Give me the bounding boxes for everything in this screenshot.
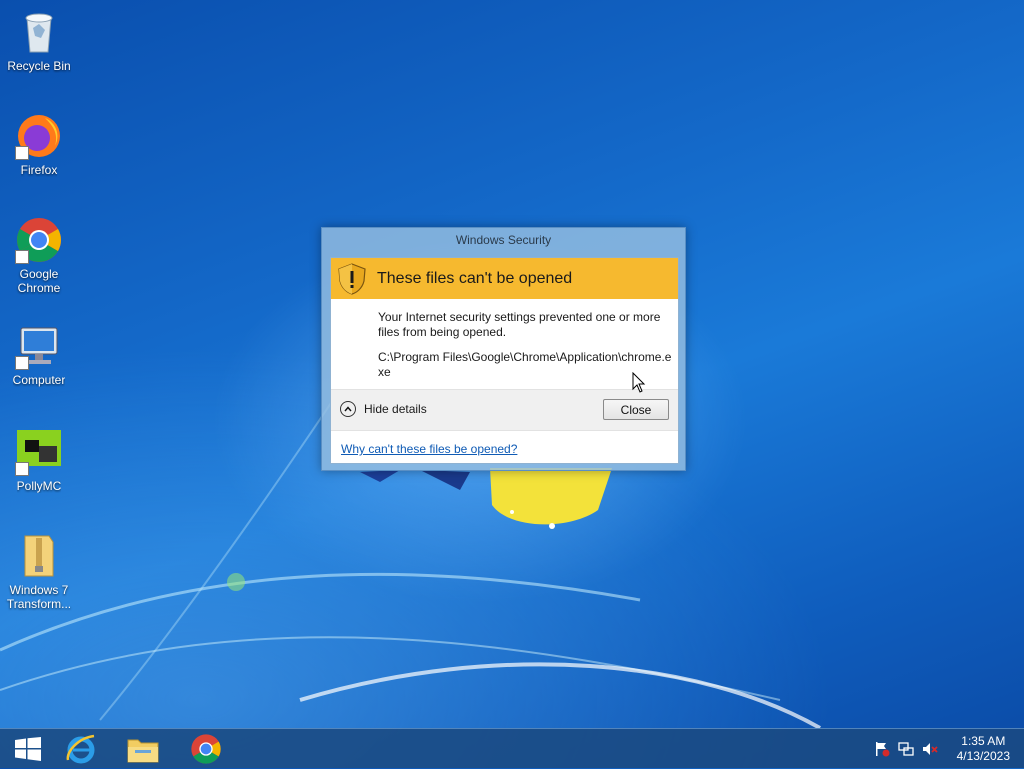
windows-security-dialog: Windows Security These files can't be op… [321,227,686,471]
shortcut-arrow-icon [15,356,29,370]
shortcut-arrow-icon [15,146,29,160]
dialog-window-title: Windows Security [455,233,552,247]
warning-shield-icon [338,262,366,295]
desktop-icon-label: PollyMC [16,479,62,493]
desktop-icon-firefox[interactable]: Firefox [2,112,76,177]
recycle-bin-icon [15,8,63,56]
start-icon [15,737,41,761]
shortcut-arrow-icon [15,250,29,264]
blocked-file-path: C:\Program Files\Google\Chrome\Applicati… [378,350,672,379]
volume-muted-icon[interactable] [922,741,938,757]
desktop-icon-windows7-transform[interactable]: Windows 7 Transform... [2,532,76,611]
why-cant-open-link[interactable]: Why can't these files be opened? [341,442,517,456]
hide-details-toggle[interactable]: Hide details [340,401,427,417]
desktop-icon-label: Recycle Bin [7,59,71,73]
dialog-heading: These files can't be opened [377,269,573,287]
taskbar-chrome[interactable] [178,729,234,769]
hide-details-label: Hide details [364,402,427,416]
clock-date: 4/13/2023 [956,749,1010,763]
dialog-body: These files can't be opened Your Interne… [330,257,679,464]
taskbar: 1:35 AM 4/13/2023 [0,728,1024,768]
desktop-icon-label: Firefox [20,163,58,177]
internet-explorer-icon [66,734,95,764]
desktop-icon-label: Windows 7 Transform... [6,583,72,611]
desktop-icon-label: Computer [12,373,66,387]
chrome-icon [15,216,63,264]
dialog-message: Your Internet security settings prevente… [378,310,661,339]
file-explorer-icon [127,739,159,763]
chevron-up-icon [340,401,356,417]
desktop-icon-label: Google Chrome [17,267,61,295]
network-icon[interactable] [898,741,914,757]
action-center-flag-icon[interactable] [874,741,890,757]
zip-folder-icon [15,532,63,580]
desktop-icon-google-chrome[interactable]: Google Chrome [2,216,76,295]
close-button[interactable]: Close [603,399,669,420]
start-button[interactable] [0,729,56,769]
details-bar: Hide details Close [331,389,678,431]
desktop-icon-pollymc[interactable]: PollyMC [2,428,76,493]
pollymc-icon [15,428,63,476]
firefox-icon [15,112,63,160]
warning-banner: These files can't be opened [331,258,678,299]
clock-time: 1:35 AM [961,734,1006,748]
shortcut-arrow-icon [15,462,29,476]
chrome-icon [191,734,221,764]
desktop-icon-computer[interactable]: Computer [2,322,76,387]
taskbar-internet-explorer[interactable] [53,729,109,769]
mouse-cursor-icon [632,372,646,393]
computer-icon [15,322,63,370]
system-clock[interactable]: 1:35 AM 4/13/2023 [957,734,1010,764]
taskbar-file-explorer[interactable] [115,729,171,769]
desktop-icon-recycle-bin[interactable]: Recycle Bin [2,8,76,73]
